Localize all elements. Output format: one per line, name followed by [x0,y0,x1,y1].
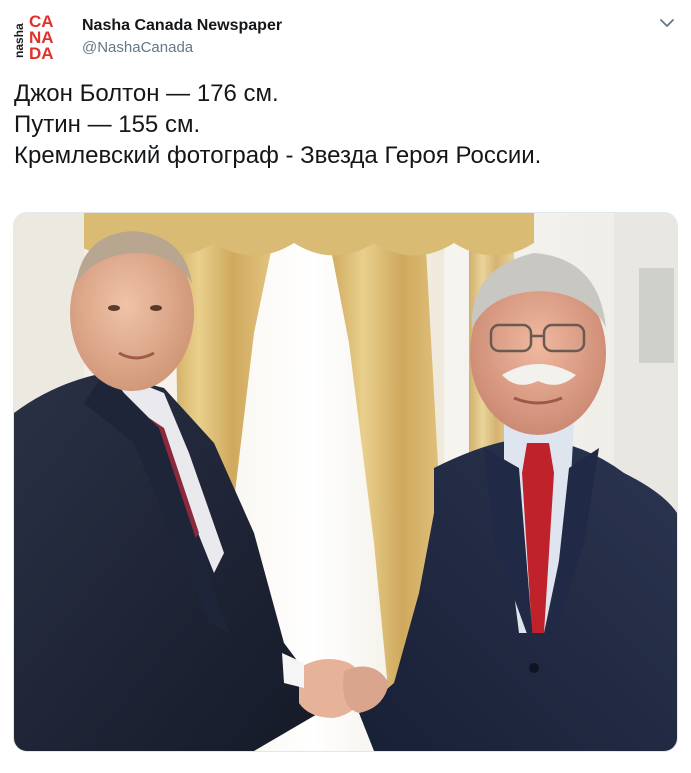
tweet-photo[interactable] [13,212,678,752]
author-handle[interactable]: @NashaCanada [82,38,282,58]
avatar-nasha-text: nasha [14,23,26,58]
tweet-header: nasha CA NA DA Nasha Canada Newspaper @N… [14,10,678,62]
avatar-da-text: DA [29,44,54,62]
handshake-photo-image [14,213,677,751]
tweet-card: nasha CA NA DA Nasha Canada Newspaper @N… [0,0,691,773]
tweet-text-line: Путин — 155 см. [14,111,201,138]
author-block: Nasha Canada Newspaper @NashaCanada [82,16,282,58]
tweet-text-line: Джон Болтон — 176 см. [14,80,279,107]
chevron-down-icon[interactable] [656,12,678,34]
nasha-canada-logo-icon: nasha CA NA DA [14,10,66,62]
tweet-text: Джон Болтон — 176 см. Путин — 155 см. Кр… [14,78,678,171]
author-display-name[interactable]: Nasha Canada Newspaper [82,16,282,36]
avatar[interactable]: nasha CA NA DA [14,10,66,62]
tweet-text-line: Кремлевский фотограф - Звезда Героя Росс… [14,142,542,169]
